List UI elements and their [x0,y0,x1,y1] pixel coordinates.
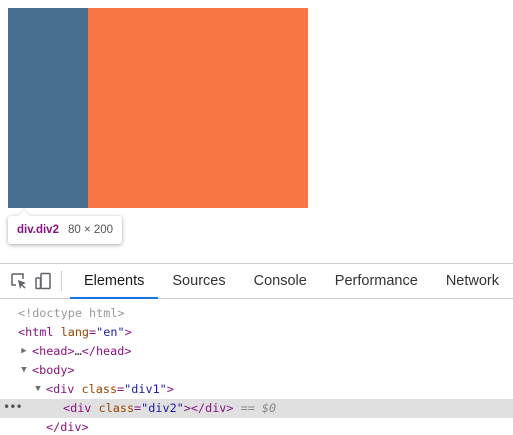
tree-node-head[interactable]: ▶ <head>…</head> [0,342,513,361]
devtools-toolbar: Elements Sources Console Performance Net… [0,264,513,299]
tab-sources[interactable]: Sources [158,264,239,298]
tooltip-element-name: div.div2 [17,224,59,236]
div2-class-value: "div2" [141,401,184,415]
page-viewport: div.div2 80 × 200 [0,0,513,263]
selected-marker: == $0 [240,401,277,415]
div1-close-tag: </div> [46,420,89,434]
head-ellipsis: … [74,344,82,358]
tree-node-div1[interactable]: ▼ <div class="div1"> [0,380,513,399]
div1-open-tag: <div [46,382,75,396]
tooltip-size: 80 × 200 [67,224,114,236]
html-lang-attr: lang [60,325,90,339]
tree-node-html[interactable]: <html lang="en"> [0,323,513,342]
doctype-text: <!doctype html> [18,306,125,320]
tree-node-body[interactable]: ▼ <body> [0,361,513,380]
tab-console[interactable]: Console [240,264,321,298]
div2-box [8,8,88,208]
devtools-tabs: Elements Sources Console Performance Net… [69,264,513,299]
html-lang-value: "en" [96,325,125,339]
div1-class-value: "div1" [124,382,167,396]
more-actions-icon[interactable]: ••• [3,398,23,417]
tree-node-div1-close[interactable]: </div> [0,418,513,435]
html-open-tag: <html [18,325,54,339]
div2-class-attr: class [98,401,135,415]
inspect-element-icon[interactable] [8,264,28,298]
devtools-panel: Elements Sources Console Performance Net… [0,263,513,435]
tab-network[interactable]: Network [432,264,513,298]
head-close-tag: </head> [81,344,132,358]
div2-open-tag: <div [63,401,92,415]
div2-close-tag: ></div> [183,401,234,415]
tab-performance[interactable]: Performance [321,264,432,298]
tree-node-doctype[interactable]: <!doctype html> [0,304,513,323]
elements-tree: <!doctype html> <html lang="en"> ▶ <head>… [0,299,513,435]
collapse-triangle-icon[interactable]: ▼ [33,380,43,399]
tree-node-div2[interactable]: ••• <div class="div2"></div> == $0 [0,399,513,418]
expand-triangle-icon[interactable]: ▶ [19,342,29,361]
head-open-tag: <head> [32,344,75,358]
collapse-triangle-icon[interactable]: ▼ [19,361,29,380]
tab-elements[interactable]: Elements [69,264,159,299]
toolbar-divider [61,271,62,291]
body-open-tag: <body> [32,363,75,377]
inspect-tooltip: div.div2 80 × 200 [8,216,123,244]
device-toolbar-icon[interactable] [33,264,53,298]
div1-class-attr: class [81,382,118,396]
